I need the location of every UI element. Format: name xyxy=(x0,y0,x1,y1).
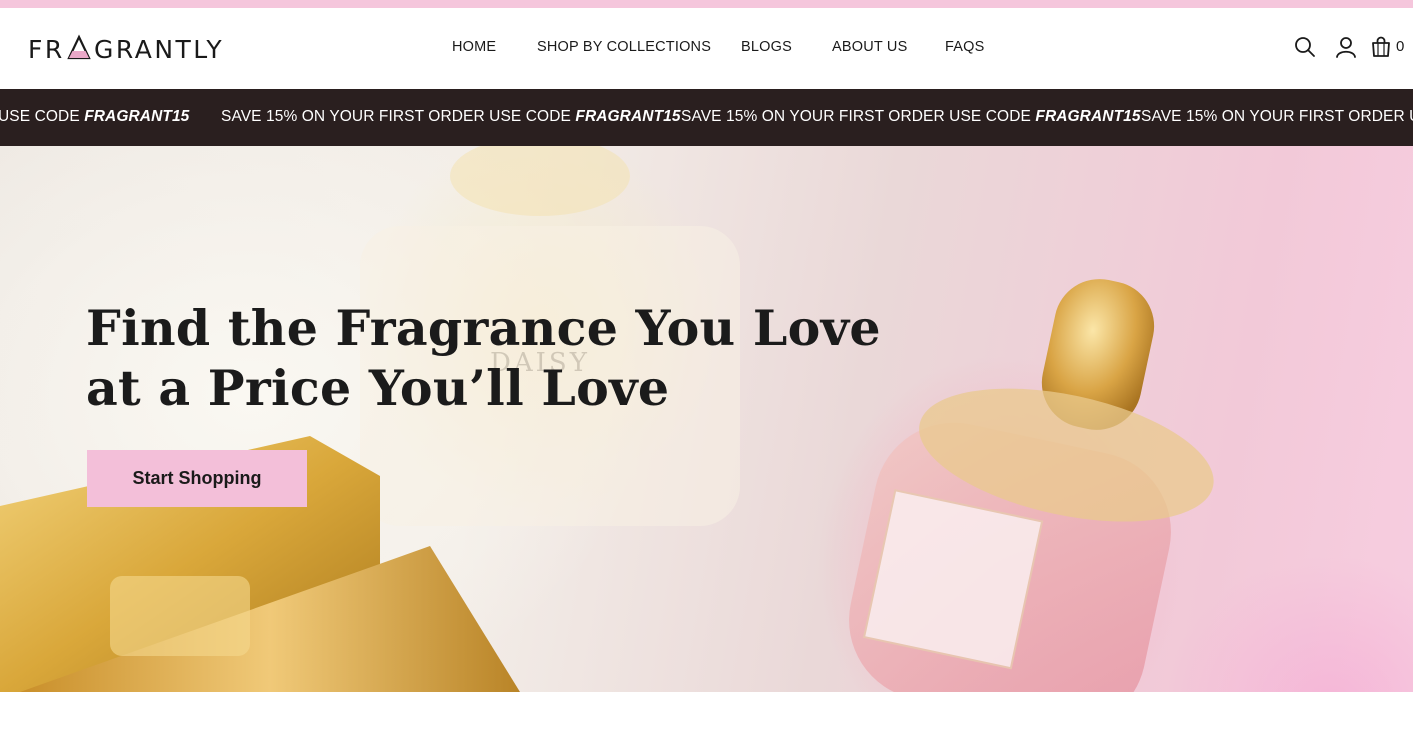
hero-background-image: DAISY xyxy=(0,146,1214,692)
top-accent-strip xyxy=(0,0,1413,8)
nav-about-us[interactable]: ABOUT US xyxy=(832,39,907,55)
promo-message-partial: SAVE 15% ON YOUR FIRST ORDER USE xyxy=(1141,108,1413,125)
hero-title-line-1: Find the Fragrance You Love xyxy=(86,299,881,357)
nav-faqs[interactable]: FAQS xyxy=(945,39,984,55)
page-content-below-hero xyxy=(0,692,1413,745)
hero-banner: DAISY Find the Fragrance You Love at a P… xyxy=(0,146,1413,692)
start-shopping-button[interactable]: Start Shopping xyxy=(87,450,307,507)
brand-logo-mark: FR GRANTLY xyxy=(28,34,224,64)
user-icon[interactable] xyxy=(1335,36,1359,60)
nav-blogs[interactable]: BLOGS xyxy=(741,39,792,55)
nav-shop-by-collections[interactable]: SHOP BY COLLECTIONS xyxy=(537,39,711,55)
promo-marquee: USE CODE FRAGRANT15 SAVE 15% ON YOUR FIR… xyxy=(0,89,1413,146)
search-icon[interactable] xyxy=(1294,36,1318,60)
shopping-bag-icon[interactable] xyxy=(1370,36,1394,60)
brand-logo[interactable]: FR GRANTLY xyxy=(28,34,248,64)
nav-home[interactable]: HOME xyxy=(452,39,496,55)
svg-text:GRANTLY: GRANTLY xyxy=(94,35,224,64)
hero-title-line-2: at a Price You’ll Love xyxy=(86,359,670,417)
hero-title: Find the Fragrance You Love at a Price Y… xyxy=(86,298,881,418)
cart-count: 0 xyxy=(1396,38,1405,55)
svg-text:FR: FR xyxy=(28,35,65,64)
promo-message-partial: USE CODE FRAGRANT15 xyxy=(0,108,190,125)
promo-message: SAVE 15% ON YOUR FIRST ORDER USE CODE FR… xyxy=(221,108,681,125)
site-header: FR GRANTLY HOME SHOP BY COLLECTIONS BLOG… xyxy=(0,8,1413,89)
promo-message: SAVE 15% ON YOUR FIRST ORDER USE CODE FR… xyxy=(681,108,1141,125)
